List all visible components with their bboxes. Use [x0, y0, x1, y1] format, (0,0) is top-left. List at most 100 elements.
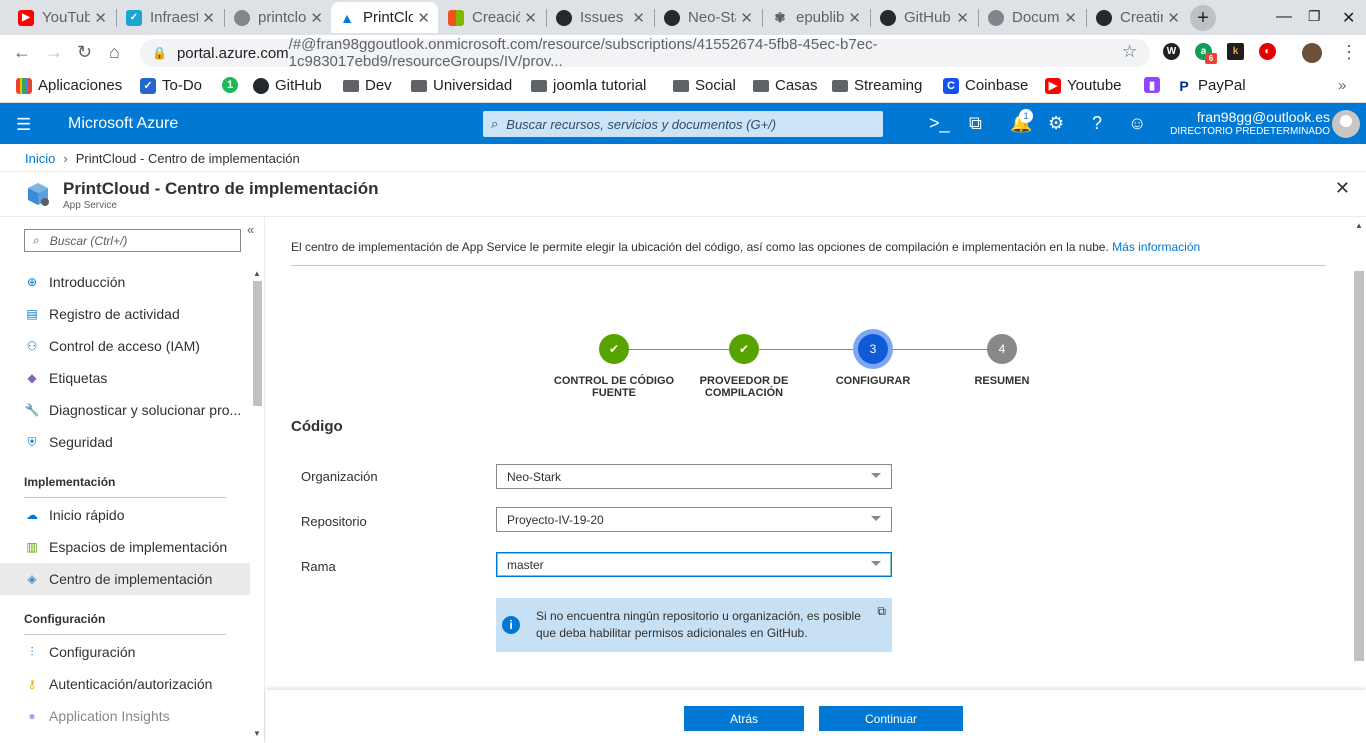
step-configurar[interactable]: 3 CONFIGURAR: [808, 334, 938, 387]
maximize-icon[interactable]: ❐: [1308, 8, 1321, 25]
step-resumen[interactable]: 4 RESUMEN: [937, 334, 1067, 387]
close-icon[interactable]: ✕: [417, 9, 430, 27]
bookmark-star-icon[interactable]: ☆: [1122, 42, 1137, 62]
close-icon[interactable]: ✕: [1064, 9, 1077, 27]
sidebar-item-iam[interactable]: ⚇ Control de acceso (IAM): [0, 330, 250, 362]
url-bar[interactable]: 🔒 portal.azure.com/#@fran98ggoutlook.onm…: [140, 36, 1150, 70]
branch-dropdown[interactable]: master: [496, 552, 892, 577]
folder-icon: [343, 79, 359, 92]
bookmark-green[interactable]: 1: [222, 77, 244, 93]
close-icon[interactable]: ✕: [740, 9, 753, 27]
sidebar-item-app-insights[interactable]: ● Application Insights: [0, 700, 250, 732]
browser-tab[interactable]: GitHub ✕: [872, 2, 977, 33]
bookmark-folder[interactable]: Streaming: [832, 77, 922, 94]
profile-avatar[interactable]: [1302, 43, 1322, 63]
bookmark-folder[interactable]: Casas: [753, 77, 818, 94]
close-icon[interactable]: ✕: [848, 9, 861, 27]
close-icon[interactable]: ✕: [956, 9, 969, 27]
scroll-down-icon[interactable]: ▼: [253, 729, 261, 738]
scrollbar-thumb[interactable]: [253, 281, 262, 406]
account-info[interactable]: fran98gg@outlook.es DIRECTORIO PREDETERM…: [1170, 109, 1330, 137]
browser-tab[interactable]: ✓ Infraestructura ✕: [118, 2, 223, 33]
forward-icon[interactable]: →: [45, 42, 63, 63]
sidebar-item-inicio-rapido[interactable]: ☁ Inicio rápido: [0, 499, 250, 531]
sidebar-scrollbar[interactable]: ▲ ▼: [251, 267, 264, 743]
external-link-icon[interactable]: ⧉: [877, 603, 886, 620]
bookmark-apps[interactable]: Aplicaciones: [16, 77, 122, 94]
browser-tab[interactable]: ▶ YouTube ✕: [10, 2, 115, 33]
more-info-link[interactable]: Más información: [1112, 240, 1200, 254]
settings-gear-icon[interactable]: ⚙: [1048, 113, 1064, 134]
scrollbar-thumb[interactable]: [1354, 271, 1364, 661]
bookmark-folder[interactable]: Social: [673, 77, 736, 94]
bookmark-folder[interactable]: Universidad: [411, 77, 512, 94]
extension-icon[interactable]: W: [1163, 43, 1180, 60]
bookmark-todo[interactable]: ✓ To-Do: [140, 77, 202, 94]
portal-brand[interactable]: Microsoft Azure: [68, 115, 178, 133]
back-icon[interactable]: ←: [13, 42, 31, 63]
sidebar-item-centro-implementacion[interactable]: ◈ Centro de implementación: [0, 563, 250, 595]
continue-button[interactable]: Continuar: [819, 706, 963, 731]
reload-icon[interactable]: ↻: [77, 42, 92, 63]
close-icon[interactable]: ✕: [1167, 9, 1180, 27]
close-icon[interactable]: ✕: [524, 9, 537, 27]
scroll-up-icon[interactable]: ▲: [1355, 221, 1363, 230]
avatar[interactable]: [1332, 110, 1360, 138]
extension-icon[interactable]: ◐: [1259, 43, 1276, 60]
browser-tab[interactable]: Neo-Stark ✕: [656, 2, 761, 33]
bookmark-coinbase[interactable]: C Coinbase: [943, 77, 1028, 94]
new-tab-button[interactable]: +: [1190, 5, 1216, 31]
repository-dropdown[interactable]: Proyecto-IV-19-20: [496, 507, 892, 532]
sidebar-item-espacios[interactable]: ▥ Espacios de implementación: [0, 531, 250, 563]
close-icon[interactable]: ✕: [310, 9, 323, 27]
menu-search-input[interactable]: ⌕ Buscar (Ctrl+/): [24, 229, 241, 252]
browser-tab[interactable]: Creating ✕: [1088, 2, 1188, 33]
close-icon[interactable]: ✕: [202, 9, 215, 27]
browser-tab-active[interactable]: ▲ PrintCloud ✕: [331, 2, 438, 33]
menu-dots-icon[interactable]: ⋮: [1340, 42, 1358, 63]
hamburger-menu-icon[interactable]: ☰: [16, 115, 31, 135]
browser-tab[interactable]: printcloud ✕: [226, 2, 331, 33]
bookmark-paypal[interactable]: P PayPal: [1176, 77, 1245, 94]
bookmark-youtube[interactable]: ▶ Youtube: [1045, 77, 1122, 94]
organization-dropdown[interactable]: Neo-Stark: [496, 464, 892, 489]
back-button[interactable]: Atrás: [684, 706, 804, 731]
sidebar-item-configuracion[interactable]: ⫶ Configuración: [0, 636, 250, 668]
cloud-shell-icon[interactable]: >_: [929, 113, 950, 134]
browser-tab[interactable]: Issues ✕: [548, 2, 653, 33]
step-label: RESUMEN: [974, 375, 1030, 387]
scroll-up-icon[interactable]: ▲: [253, 269, 261, 278]
sidebar-item-introduccion[interactable]: ⊕ Introducción: [0, 266, 250, 298]
feedback-smiley-icon[interactable]: ☺: [1128, 113, 1146, 134]
window-close-icon[interactable]: ✕: [1342, 8, 1355, 28]
help-icon[interactable]: ?: [1092, 113, 1102, 134]
close-blade-icon[interactable]: ✕: [1335, 178, 1350, 199]
global-search-input[interactable]: ⌕ Buscar recursos, servicios y documento…: [483, 111, 883, 137]
tab-title: Creating: [1120, 9, 1163, 26]
sidebar-item-etiquetas[interactable]: ◆ Etiquetas: [0, 362, 250, 394]
browser-tab[interactable]: Creación ✕: [440, 2, 545, 33]
sidebar-item-seguridad[interactable]: ⛨ Seguridad: [0, 426, 250, 458]
bookmark-folder[interactable]: Dev: [343, 77, 392, 94]
extension-icon[interactable]: k: [1227, 43, 1244, 60]
sidebar-item-autenticacion[interactable]: ⚷ Autenticación/autorización: [0, 668, 250, 700]
collapse-menu-icon[interactable]: «: [247, 222, 254, 237]
step-proveedor[interactable]: ✔ PROVEEDOR DE COMPILACIÓN: [679, 334, 809, 399]
breadcrumb-home-link[interactable]: Inicio: [25, 151, 55, 166]
home-icon[interactable]: ⌂: [109, 42, 120, 63]
bookmarks-overflow-icon[interactable]: »: [1338, 77, 1346, 94]
sidebar-item-diagnosticar[interactable]: 🔧 Diagnosticar y solucionar pro...: [0, 394, 250, 426]
directory-filter-icon[interactable]: ⧉: [969, 113, 982, 134]
bookmark-folder[interactable]: joomla tutorial: [531, 77, 646, 94]
step-control-codigo[interactable]: ✔ CONTROL DE CÓDIGO FUENTE: [549, 334, 679, 399]
browser-tab[interactable]: Documentación ✕: [980, 2, 1085, 33]
close-icon[interactable]: ✕: [632, 9, 645, 27]
close-icon[interactable]: ✕: [94, 9, 107, 27]
sidebar-item-registro[interactable]: ▤ Registro de actividad: [0, 298, 250, 330]
browser-tab[interactable]: ✾ epublibre ✕: [764, 2, 869, 33]
bookmark-twitch[interactable]: ▮: [1144, 77, 1166, 93]
minimize-icon[interactable]: —: [1276, 8, 1292, 26]
bookmark-github[interactable]: GitHub: [253, 77, 322, 94]
main-scrollbar[interactable]: ▲: [1352, 217, 1366, 691]
tab-title: YouTube: [42, 9, 91, 26]
